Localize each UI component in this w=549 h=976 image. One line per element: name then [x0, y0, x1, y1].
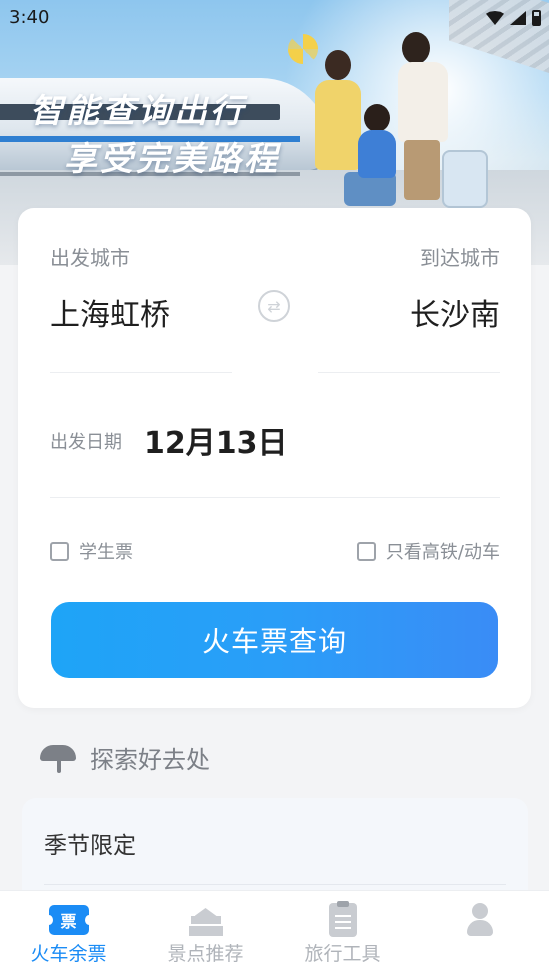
system-icons	[486, 10, 541, 26]
tab-label: 景点推荐	[167, 943, 244, 965]
highspeed-checkbox-box[interactable]	[356, 541, 376, 561]
family-father-legs	[404, 140, 440, 200]
status-time: 3:40	[9, 7, 50, 28]
student-ticket-label: 学生票	[79, 542, 133, 563]
search-card: 出发城市 到达城市 上海虹桥 ⇄ 长沙南 出发日期 12月13日 学生票 只看高…	[18, 208, 531, 708]
tab-train-tickets[interactable]: 票 火车余票	[0, 891, 137, 976]
explore-header: 探索好去处	[40, 740, 210, 775]
highspeed-only-label: 只看高铁/动车	[385, 542, 500, 563]
signal-icon	[510, 11, 526, 25]
swap-cities-icon[interactable]: ⇄	[258, 290, 290, 322]
student-ticket-checkbox[interactable]: 学生票	[50, 538, 133, 564]
status-bar: 3:40	[0, 0, 549, 36]
search-tickets-button[interactable]: 火车票查询	[51, 602, 498, 678]
highspeed-only-checkbox[interactable]: 只看高铁/动车	[356, 538, 500, 564]
family-child-head	[364, 104, 390, 132]
app-screen: 智能查询出行 享受完美路程 3:40 出发城市 到达城市 上海虹桥 ⇄ 长沙南 …	[0, 0, 549, 976]
wifi-icon	[486, 11, 504, 25]
date-label: 出发日期	[50, 432, 122, 453]
banner-slogan-line2: 享受完美路程	[64, 139, 280, 178]
ticket-icon: 票	[44, 905, 93, 935]
family-mother	[315, 80, 361, 170]
arrival-city[interactable]: 长沙南	[410, 290, 500, 334]
suitcase-large	[442, 150, 488, 208]
bottom-tab-bar: 票 火车余票 景点推荐 旅行工具	[0, 890, 549, 976]
tab-label: 火车余票	[30, 943, 107, 965]
tab-attractions[interactable]: 景点推荐	[137, 891, 274, 976]
family-father	[398, 62, 448, 142]
tab-profile[interactable]	[411, 891, 548, 976]
tab-travel-tools[interactable]: 旅行工具	[274, 891, 411, 976]
explore-title: 探索好去处	[90, 746, 210, 774]
battery-icon	[532, 10, 541, 26]
departure-divider	[50, 372, 232, 373]
season-divider	[44, 884, 506, 885]
tab-label: 旅行工具	[304, 943, 381, 965]
pagoda-icon	[188, 904, 223, 936]
departure-city[interactable]: 上海虹桥	[50, 290, 170, 334]
student-checkbox-box[interactable]	[50, 541, 69, 561]
family-mother-head	[325, 50, 351, 80]
palm-tree-icon	[40, 743, 76, 773]
pinwheel-icon	[288, 34, 318, 64]
family-father-head	[402, 32, 430, 64]
arrival-divider	[318, 372, 500, 373]
date-divider	[50, 497, 500, 498]
date-value[interactable]: 12月13日	[144, 418, 288, 462]
departure-label: 出发城市	[50, 246, 130, 270]
profile-icon	[465, 903, 495, 937]
family-child	[358, 130, 396, 178]
clipboard-icon	[328, 901, 357, 937]
banner-slogan-line1: 智能查询出行	[30, 91, 246, 130]
season-title: 季节限定	[44, 833, 136, 859]
arrival-label: 到达城市	[420, 246, 500, 270]
